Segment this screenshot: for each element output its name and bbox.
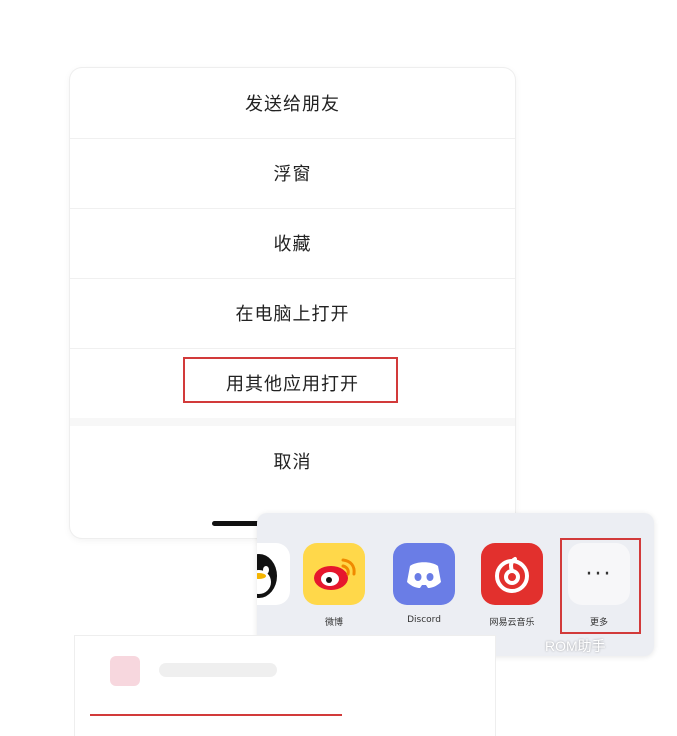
open-on-computer-item[interactable]: 在电脑上打开 <box>70 278 515 348</box>
cancel-item[interactable]: 取消 <box>70 426 515 496</box>
discord-icon <box>393 543 455 605</box>
share-app-netease-music[interactable]: 网易云音乐 <box>476 543 548 628</box>
share-app-more[interactable]: ··· 更多 <box>563 543 635 628</box>
app-label: 网易云音乐 <box>489 618 535 628</box>
section-gap <box>70 418 515 426</box>
weibo-icon <box>303 543 365 605</box>
favorite-item[interactable]: 收藏 <box>70 208 515 278</box>
app-label: Discord <box>407 615 441 625</box>
share-panel: 微博 Discord 网易云音乐 ··· 更多 <box>257 513 654 656</box>
background-card <box>75 636 495 736</box>
text-placeholder <box>159 663 277 677</box>
red-highlight-lower <box>90 714 342 716</box>
send-to-friend-item[interactable]: 发送给朋友 <box>70 68 515 138</box>
open-with-other-app-item[interactable]: 用其他应用打开 <box>70 348 515 418</box>
netease-music-icon <box>481 543 543 605</box>
watermark: ROM助手 <box>545 638 606 654</box>
action-sheet: 发送给朋友 浮窗 收藏 在电脑上打开 用其他应用打开 取消 <box>70 68 515 538</box>
floating-window-item[interactable]: 浮窗 <box>70 138 515 208</box>
thumbnail-placeholder <box>110 656 140 686</box>
app-label: 微博 <box>324 618 343 628</box>
qq-icon <box>257 543 290 605</box>
share-app-weibo[interactable]: 微博 <box>298 543 370 628</box>
more-dots-icon: ··· <box>585 561 613 587</box>
app-label: 更多 <box>589 618 608 628</box>
more-icon: ··· <box>568 543 630 605</box>
share-app-discord[interactable]: Discord <box>388 543 460 625</box>
share-app-qq[interactable] <box>257 543 295 615</box>
